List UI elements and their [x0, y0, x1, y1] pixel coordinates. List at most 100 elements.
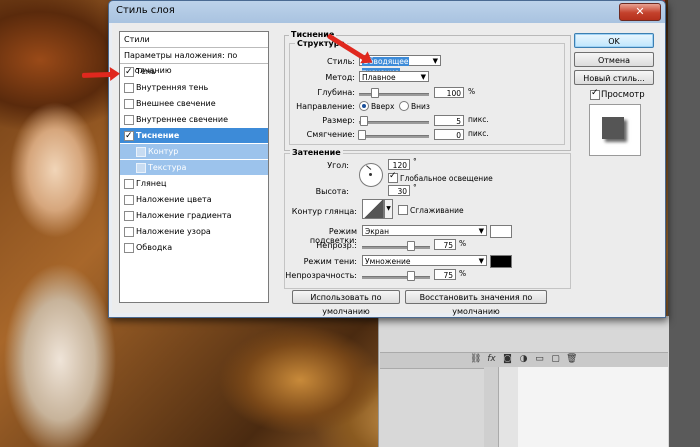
angle-input[interactable]: 120: [388, 159, 410, 170]
size-input[interactable]: 5: [434, 115, 464, 126]
preview-checkbox[interactable]: [590, 88, 600, 100]
depth-label: Глубина:: [317, 88, 355, 97]
style-item-inner-shadow[interactable]: Внутренняя тень: [120, 80, 268, 95]
style-preview: [589, 104, 641, 156]
style-item-label: Контур: [148, 147, 179, 156]
checkbox-stroke[interactable]: [124, 243, 134, 253]
highlight-mode-select[interactable]: Экран ▼: [362, 225, 487, 236]
shadow-mode-select[interactable]: Умножение ▼: [362, 255, 487, 266]
style-item-bevel[interactable]: Тиснение: [120, 128, 268, 144]
style-item-texture[interactable]: Текстура: [120, 160, 268, 175]
shadow-color-swatch[interactable]: [490, 255, 512, 268]
chevron-down-icon: ▼: [432, 57, 438, 65]
direction-up-label: Вверх: [371, 102, 395, 111]
shadow-opacity-unit: %: [459, 269, 467, 278]
highlight-mode-value: Экран: [365, 227, 390, 236]
direction-down-radio[interactable]: [399, 101, 409, 111]
style-item-stroke[interactable]: Обводка: [120, 240, 268, 255]
depth-unit: %: [468, 87, 476, 96]
shading-title: Затенение: [290, 148, 343, 157]
size-slider[interactable]: [359, 121, 429, 124]
trash-icon[interactable]: 🗑: [566, 354, 577, 365]
checkbox-contour[interactable]: [136, 147, 146, 157]
checkbox-outer-glow[interactable]: [124, 99, 134, 109]
checkbox-drop-shadow[interactable]: [124, 65, 134, 80]
altitude-unit: °: [413, 183, 417, 192]
depth-input[interactable]: 100: [434, 87, 464, 98]
angle-unit: °: [413, 157, 417, 166]
style-item-contour[interactable]: Контур: [120, 144, 268, 159]
reset-default-button[interactable]: Восстановить значения по умолчанию: [405, 290, 547, 316]
highlight-opacity-label: Непрозр.:: [316, 241, 357, 250]
styles-header-label: Стили: [124, 35, 150, 44]
style-item-label: Наложение узора: [136, 227, 211, 236]
checkbox-satin[interactable]: [124, 179, 134, 189]
make-default-button[interactable]: Использовать по умолчанию: [292, 290, 400, 316]
highlight-opacity-knob[interactable]: [407, 241, 415, 251]
altitude-label: Высота:: [315, 187, 349, 196]
workspace-background: [668, 0, 700, 447]
soften-slider-knob[interactable]: [358, 130, 366, 140]
style-item-label: Глянец: [136, 179, 167, 188]
layer-style-dialog: Стиль слоя ✕ Стили Параметры наложения: …: [108, 0, 666, 318]
close-button[interactable]: ✕: [619, 3, 661, 21]
style-item-pattern-overlay[interactable]: Наложение узора: [120, 224, 268, 239]
layers-scrollbar[interactable]: [484, 367, 499, 447]
style-item-drop-shadow[interactable]: Тень: [120, 64, 268, 80]
style-item-label: Тень: [136, 67, 156, 76]
style-item-gradient-overlay[interactable]: Наложение градиента: [120, 208, 268, 223]
cancel-button[interactable]: Отмена: [574, 52, 654, 67]
new-style-button[interactable]: Новый стиль...: [574, 70, 654, 85]
shadow-opacity-slider[interactable]: [362, 276, 430, 279]
method-select[interactable]: Плавное ▼: [359, 71, 429, 82]
antialias-label: Сглаживание: [410, 206, 464, 215]
soften-label: Смягчение:: [306, 130, 355, 139]
style-item-inner-glow[interactable]: Внутреннее свечение: [120, 112, 268, 127]
highlight-opacity-slider[interactable]: [362, 246, 430, 249]
chevron-down-icon: ▼: [478, 227, 484, 235]
highlight-color-swatch[interactable]: [490, 225, 512, 238]
style-item-satin[interactable]: Глянец: [120, 176, 268, 191]
global-light-checkbox[interactable]: [388, 171, 398, 183]
checkbox-bevel[interactable]: [124, 129, 134, 144]
styles-header[interactable]: Стили: [120, 32, 268, 48]
new-layer-icon[interactable]: ▢: [550, 354, 561, 365]
direction-label: Направление:: [296, 102, 355, 111]
angle-dial[interactable]: [359, 163, 383, 187]
fx-icon[interactable]: fx: [486, 354, 497, 365]
style-item-outer-glow[interactable]: Внешнее свечение: [120, 96, 268, 111]
folder-icon[interactable]: ▭: [534, 354, 545, 365]
depth-slider-knob[interactable]: [371, 88, 379, 98]
shadow-opacity-knob[interactable]: [407, 271, 415, 281]
soften-slider[interactable]: [359, 135, 429, 138]
size-slider-knob[interactable]: [360, 116, 368, 126]
link-icon[interactable]: ⛓: [470, 354, 481, 365]
shadow-opacity-input[interactable]: 75: [434, 269, 456, 280]
checkbox-texture[interactable]: [136, 163, 146, 173]
mask-icon[interactable]: ◙: [502, 354, 513, 365]
style-item-color-overlay[interactable]: Наложение цвета: [120, 192, 268, 207]
adjustment-icon[interactable]: ◑: [518, 354, 529, 365]
chevron-down-icon[interactable]: ▼: [384, 199, 393, 219]
checkbox-pattern-overlay[interactable]: [124, 227, 134, 237]
altitude-input[interactable]: 30: [388, 185, 410, 196]
checkbox-color-overlay[interactable]: [124, 195, 134, 205]
direction-down-label: Вниз: [411, 102, 430, 111]
checkbox-gradient-overlay[interactable]: [124, 211, 134, 221]
style-item-label: Внутренняя тень: [136, 83, 209, 92]
soften-input[interactable]: 0: [434, 129, 464, 140]
depth-slider[interactable]: [359, 93, 429, 96]
gloss-contour-preview[interactable]: [362, 199, 384, 219]
method-select-value: Плавное: [362, 73, 396, 82]
antialias-checkbox[interactable]: [398, 205, 408, 215]
direction-up-radio[interactable]: [359, 101, 369, 111]
style-item-label: Внешнее свечение: [136, 99, 216, 108]
highlight-opacity-input[interactable]: 75: [434, 239, 456, 250]
dialog-title: Стиль слоя: [116, 5, 175, 16]
checkbox-inner-glow[interactable]: [124, 115, 134, 125]
checkbox-inner-shadow[interactable]: [124, 83, 134, 93]
blend-options-item[interactable]: Параметры наложения: по умолчанию: [120, 48, 268, 75]
ok-button[interactable]: OK: [574, 33, 654, 48]
style-item-label: Тиснение: [136, 131, 180, 140]
shadow-mode-value: Умножение: [365, 257, 411, 266]
